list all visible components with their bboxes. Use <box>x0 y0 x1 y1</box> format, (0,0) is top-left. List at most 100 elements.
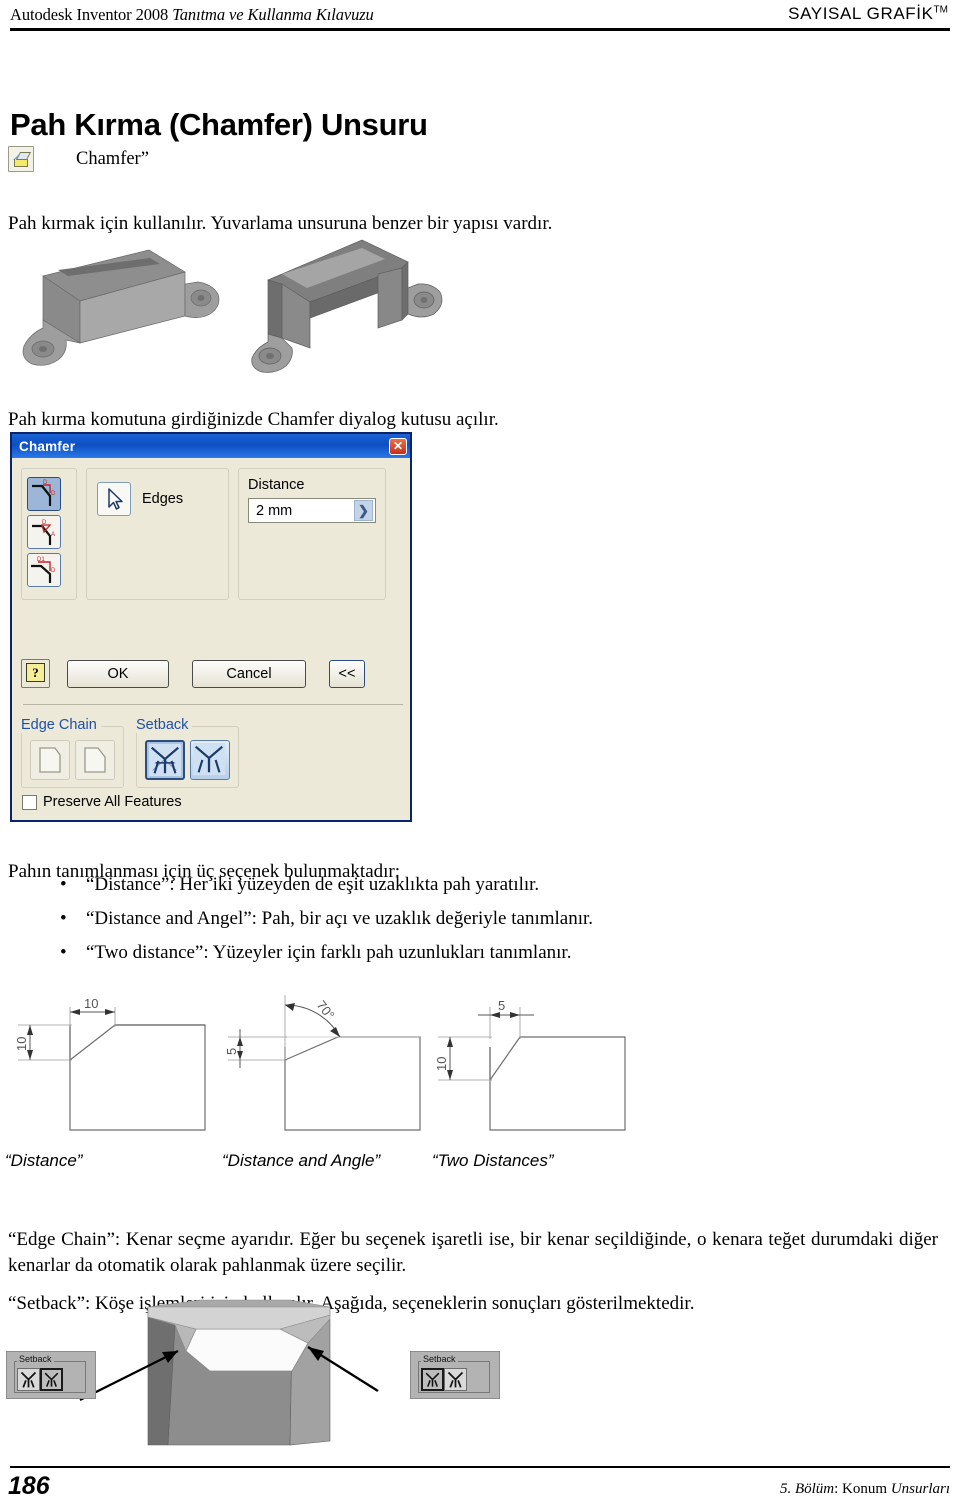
dim-label-10-h: 10 <box>84 996 98 1011</box>
setback-icon-b-right[interactable] <box>444 1368 467 1391</box>
question-mark-icon: ? <box>26 663 45 682</box>
dialog-bottom-groups: Edge Chain Setback <box>21 716 239 788</box>
setback-group: Setback <box>136 716 239 788</box>
edge-chain-buttons <box>21 726 124 788</box>
list-item: “Distance”: Her iki yüzeyden de eşit uza… <box>8 868 768 902</box>
edges-group: Edges <box>86 468 229 600</box>
two-distance-mode-button[interactable]: D1 D <box>27 553 61 587</box>
setback-panel-left-icons <box>17 1368 63 1391</box>
header-left-text: Autodesk Inventor 2008 Tanıtma ve Kullan… <box>10 5 374 25</box>
footer-chapter-plain: : Konum <box>834 1481 891 1497</box>
header-product: Autodesk Inventor 2008 <box>10 5 173 24</box>
edge-chain-single-button[interactable] <box>75 740 115 780</box>
caption-distance: “Distance” <box>5 1151 83 1170</box>
setback-panel-left-title: Setback <box>17 1354 54 1364</box>
dialog-title: Chamfer <box>19 438 76 454</box>
page-header: Autodesk Inventor 2008 Tanıtma ve Kullan… <box>0 0 960 42</box>
header-divider <box>10 28 950 31</box>
edges-row: Edges <box>97 482 218 516</box>
dialog-divider <box>23 704 403 705</box>
drawing-two-distances: 5 10 <box>434 998 626 1131</box>
distance-mode-button[interactable]: D D <box>27 477 61 511</box>
select-edges-button[interactable] <box>97 482 131 516</box>
help-button[interactable]: ? <box>21 659 50 688</box>
dialog-intro-paragraph: Pah kırma komutuna girdiğinizde Chamfer … <box>8 409 499 430</box>
chamfer-icon-body <box>14 159 28 167</box>
edges-label: Edges <box>142 491 184 507</box>
command-icon-row: Chamfer” <box>8 146 149 172</box>
chamfer-example-render <box>22 239 443 373</box>
footer-chapter: 5. Bölüm: Konum Unsurları <box>780 1481 950 1498</box>
page-number: 186 <box>8 1472 50 1500</box>
command-label: Chamfer” <box>76 148 149 169</box>
svg-text:A: A <box>51 532 55 538</box>
distance-angle-mode-button[interactable]: D A <box>27 515 61 549</box>
list-item: “Two distance”: Yüzeyler için farklı pah… <box>8 936 768 970</box>
list-item: “Distance and Angel”: Pah, bir açı ve uz… <box>8 902 768 936</box>
setback-icon-b-left[interactable] <box>40 1368 63 1391</box>
footer-divider <box>10 1466 950 1468</box>
setback-panel-left: Setback <box>6 1351 96 1399</box>
svg-text:D: D <box>43 480 48 486</box>
header-brand: SAYISAL GRAFİKTM <box>788 4 948 24</box>
header-subtitle: Tanıtma ve Kullanma Kılavuzu <box>172 5 374 24</box>
ok-button[interactable]: OK <box>67 659 169 688</box>
chamfer-options-list: “Distance”: Her iki yüzeyden de eşit uza… <box>8 868 768 970</box>
preserve-all-features-row[interactable]: Preserve All Features <box>22 794 182 810</box>
drawing-distance-angle: 70° 5 <box>224 995 421 1131</box>
dim-label-10-v2: 10 <box>434 1057 449 1071</box>
trademark-symbol: TM <box>933 4 948 16</box>
chamfer-dialog: Chamfer ✕ D D D A D1 D Edges Distance 2 … <box>10 432 412 822</box>
render-part-before <box>22 249 220 366</box>
footer-chapter-word: Unsurları <box>890 1481 950 1497</box>
dialog-top-groups: D D D A D1 D Edges Distance 2 mm ❯ <box>21 468 401 600</box>
header-brand-text: SAYISAL GRAFİK <box>788 4 934 23</box>
setback-icon-a-right[interactable] <box>421 1368 444 1391</box>
setback-off-button[interactable] <box>190 740 230 780</box>
edge-chain-group: Edge Chain <box>21 716 124 788</box>
edge-chain-label: Edge Chain <box>21 717 101 733</box>
svg-text:D1: D1 <box>37 557 45 563</box>
cancel-button[interactable]: Cancel <box>192 659 306 688</box>
drawing-distance: 10 10 <box>14 996 206 1131</box>
caption-two-distances: “Two Distances” <box>432 1151 554 1170</box>
preserve-all-features-checkbox[interactable] <box>22 794 37 810</box>
render-part-after <box>251 239 443 373</box>
chamfer-dimension-drawings: 10 10 70° 5 5 10 <box>14 995 626 1131</box>
dim-label-5-h: 5 <box>498 998 505 1013</box>
distance-label: Distance <box>248 477 305 493</box>
chevron-right-icon[interactable]: ❯ <box>354 500 373 521</box>
edge-chain-paragraph: “Edge Chain”: Kenar seçme ayarıdır. Eğer… <box>8 1229 938 1276</box>
dialog-button-row: ? OK Cancel << <box>21 659 405 688</box>
dim-label-5-v: 5 <box>224 1048 239 1055</box>
dialog-body: D D D A D1 D Edges Distance 2 mm ❯ ? OK … <box>12 458 410 822</box>
setback-on-button[interactable] <box>145 740 185 780</box>
close-icon[interactable]: ✕ <box>389 437 407 455</box>
chamfer-icon-top <box>15 152 32 160</box>
dialog-titlebar: Chamfer ✕ <box>12 434 410 458</box>
distance-value: 2 mm <box>256 502 293 519</box>
distance-input[interactable]: 2 mm ❯ <box>248 498 376 523</box>
dim-label-10-v: 10 <box>14 1037 29 1051</box>
svg-text:D: D <box>51 491 56 497</box>
edge-chain-all-button[interactable] <box>30 740 70 780</box>
setback-buttons <box>136 726 239 788</box>
setback-icon-a-left[interactable] <box>17 1368 40 1391</box>
caption-distance-and-angle: “Distance and Angle” <box>222 1151 381 1170</box>
setback-panel-right-icons <box>421 1368 467 1391</box>
setback-panel-right: Setback <box>410 1351 500 1399</box>
preserve-all-features-label: Preserve All Features <box>43 794 182 810</box>
collapse-button[interactable]: << <box>329 659 365 688</box>
svg-text:D: D <box>42 520 47 526</box>
setback-illustration: Setback Setback <box>0 1295 540 1450</box>
distance-group: Distance 2 mm ❯ <box>238 468 386 600</box>
footer-chapter-number: 5. Bölüm <box>779 1481 835 1497</box>
page-title: Pah Kırma (Chamfer) Unsuru <box>10 106 428 142</box>
chamfer-mode-group: D D D A D1 D <box>21 468 77 600</box>
cursor-arrow-icon <box>108 488 123 510</box>
setback-label: Setback <box>136 717 193 733</box>
setback-panel-right-title: Setback <box>421 1354 458 1364</box>
chamfer-icon <box>8 146 34 172</box>
svg-text:D: D <box>51 568 56 574</box>
dim-label-70: 70° <box>314 998 338 1023</box>
